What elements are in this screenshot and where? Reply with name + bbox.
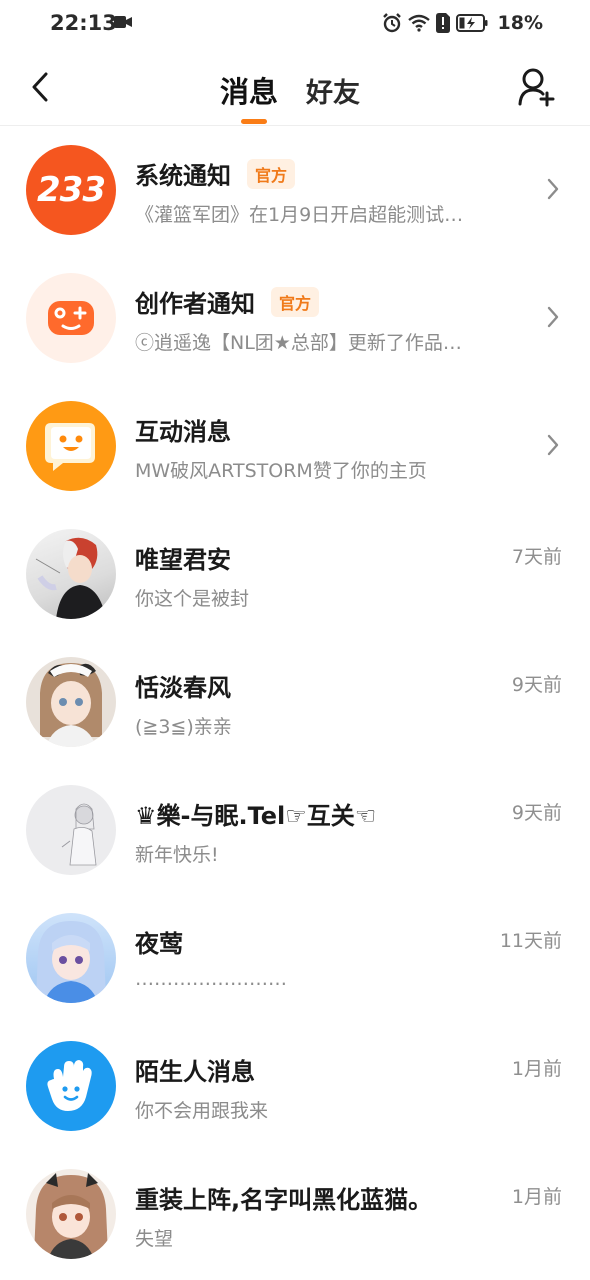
message-time: 1月前	[511, 1186, 562, 1208]
message-preview: 你这个是被封	[135, 588, 250, 610]
system-notice-avatar: 233	[26, 145, 116, 235]
wifi-icon	[407, 14, 430, 32]
contact-name: 互动消息	[135, 418, 231, 446]
official-badge: 官方	[271, 287, 320, 317]
add-friend-icon[interactable]	[518, 67, 556, 107]
anime-character-avatar	[35, 537, 106, 619]
user-avatar	[26, 529, 116, 619]
message-preview: 失望	[135, 1228, 174, 1250]
user-avatar	[26, 657, 116, 747]
back-button[interactable]	[22, 65, 58, 109]
list-item-system-notice[interactable]: 233 系统通知 官方 《灌篮军团》在1月9日开启超能测试…	[0, 126, 590, 254]
message-time: 9天前	[511, 802, 562, 824]
status-bar: 22:13 18%	[0, 0, 590, 48]
user-avatar	[26, 913, 116, 1003]
contact-name: 重装上阵,名字叫黑化蓝猫。	[135, 1186, 433, 1214]
status-icons: 18%	[382, 12, 543, 34]
tab-messages[interactable]: 消息	[220, 69, 278, 111]
contact-name: 恬淡春风	[135, 674, 231, 702]
chevron-right-icon	[547, 306, 559, 328]
contact-name: 夜莺	[135, 930, 183, 958]
anime-character-avatar	[36, 921, 106, 1003]
anime-character-avatar	[34, 1173, 108, 1259]
message-preview: ……………………	[135, 968, 287, 990]
chat-face-icon	[45, 423, 95, 471]
list-item-chat[interactable]: 唯望君安 7天前 你这个是被封	[0, 510, 590, 638]
message-time: 7天前	[511, 546, 562, 568]
official-badge: 官方	[247, 159, 296, 189]
list-item-chat[interactable]: 恬淡春风 9天前 (≧3≦)亲亲	[0, 638, 590, 766]
message-preview: 《灌篮军团》在1月9日开启超能测试…	[135, 204, 464, 226]
list-item-creator-notice[interactable]: 创作者通知 官方 ⓒ逍遥逸【NL团★总部】更新了作品…	[0, 254, 590, 382]
header: 消息 好友	[0, 55, 590, 125]
message-time: 9天前	[511, 674, 562, 696]
list-item-chat[interactable]: 重装上阵,名字叫黑化蓝猫。 1月前 失望	[0, 1150, 590, 1278]
message-preview: 新年快乐!	[135, 844, 219, 866]
active-tab-indicator	[241, 119, 267, 124]
contact-name: 系统通知 官方	[135, 156, 296, 191]
user-avatar	[26, 785, 116, 875]
message-time: 11天前	[499, 930, 562, 952]
tab-friends[interactable]: 好友	[306, 71, 360, 110]
chevron-right-icon	[547, 178, 559, 200]
anime-character-avatar	[61, 803, 97, 866]
alarm-icon	[382, 13, 401, 33]
interaction-avatar	[26, 401, 116, 491]
hand-wave-icon	[47, 1060, 92, 1111]
list-item-chat[interactable]: ♛樂-与眠.Tel☞互关☜ 9天前 新年快乐!	[0, 766, 590, 894]
contact-name: 陌生人消息	[135, 1058, 255, 1086]
stranger-avatar	[26, 1041, 116, 1131]
message-preview: ⓒ逍遥逸【NL团★总部】更新了作品…	[135, 332, 462, 354]
message-preview: 你不会用跟我来	[135, 1100, 269, 1122]
message-time: 1月前	[511, 1058, 562, 1080]
video-camera-icon	[114, 16, 132, 28]
avatar-233-logo: 233	[37, 170, 106, 210]
list-item-stranger-messages[interactable]: 陌生人消息 1月前 你不会用跟我来	[0, 1022, 590, 1150]
sim-alert-icon	[435, 13, 450, 33]
gamepad-icon	[48, 301, 94, 335]
battery-charging-icon	[455, 14, 488, 32]
message-preview: (≧3≦)亲亲	[135, 716, 232, 738]
battery-percent: 18%	[497, 12, 543, 34]
chevron-right-icon	[547, 434, 559, 456]
contact-name: ♛樂-与眠.Tel☞互关☜	[135, 802, 377, 830]
contact-name: 唯望君安	[135, 546, 231, 574]
message-preview: MW破风ARTSTORM赞了你的主页	[135, 460, 427, 482]
contact-name: 创作者通知 官方	[135, 284, 320, 319]
user-avatar	[26, 1169, 116, 1259]
status-time: 22:13	[50, 11, 117, 35]
list-item-interaction[interactable]: 互动消息 MW破风ARTSTORM赞了你的主页	[0, 382, 590, 510]
chevron-left-icon	[32, 72, 48, 102]
list-item-chat[interactable]: 夜莺 11天前 ……………………	[0, 894, 590, 1022]
creator-notice-avatar	[26, 273, 116, 363]
anime-character-avatar	[40, 663, 102, 747]
